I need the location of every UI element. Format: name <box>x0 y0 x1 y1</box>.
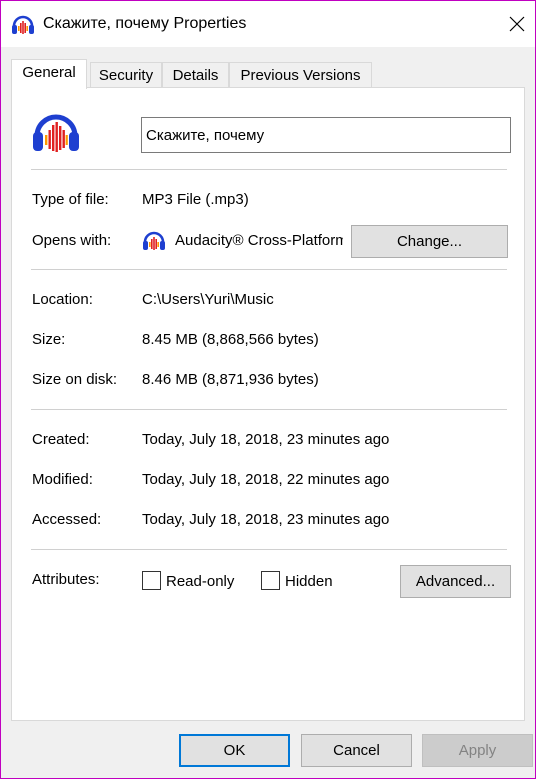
apply-button[interactable]: Apply <box>422 734 533 767</box>
created-value: Today, July 18, 2018, 23 minutes ago <box>142 431 390 448</box>
audacity-headphones-icon <box>12 15 34 34</box>
audacity-app-icon <box>143 231 165 250</box>
created-label: Created: <box>32 431 90 448</box>
type-of-file-label: Type of file: <box>32 191 109 208</box>
separator <box>31 549 507 550</box>
separator <box>31 169 507 170</box>
general-panel <box>11 87 525 721</box>
cancel-button[interactable]: Cancel <box>301 734 412 767</box>
hidden-checkbox[interactable] <box>261 571 280 590</box>
readonly-checkbox[interactable] <box>142 571 161 590</box>
location-value: C:\Users\Yuri\Music <box>142 291 274 308</box>
attributes-label: Attributes: <box>32 571 100 588</box>
modified-label: Modified: <box>32 471 93 488</box>
title-bar[interactable]: Скажите, почему Properties <box>1 1 535 47</box>
readonly-label[interactable]: Read-only <box>166 573 234 590</box>
close-button[interactable] <box>497 1 536 47</box>
hidden-label[interactable]: Hidden <box>285 573 333 590</box>
window-title: Скажите, почему Properties <box>43 15 247 32</box>
separator <box>31 409 507 410</box>
advanced-button[interactable]: Advanced... <box>400 565 511 598</box>
opens-with-label: Opens with: <box>32 232 112 249</box>
tab-details[interactable]: Details <box>162 62 229 89</box>
opens-with-app-name: Audacity® Cross-Platform Sound Editor <box>175 232 343 249</box>
file-name-input[interactable] <box>141 117 511 153</box>
close-icon <box>509 16 525 32</box>
tab-previous-versions[interactable]: Previous Versions <box>229 62 372 89</box>
modified-value: Today, July 18, 2018, 22 minutes ago <box>142 471 390 488</box>
size-label: Size: <box>32 331 66 348</box>
accessed-label: Accessed: <box>32 511 102 528</box>
properties-dialog: Скажите, почему Properties General Secur… <box>0 0 536 779</box>
location-label: Location: <box>32 291 93 308</box>
size-on-disk-label: Size on disk: <box>32 371 118 388</box>
accessed-value: Today, July 18, 2018, 23 minutes ago <box>142 511 390 528</box>
ok-button[interactable]: OK <box>179 734 290 767</box>
type-of-file-value: MP3 File (.mp3) <box>142 191 249 208</box>
tab-general[interactable]: General <box>11 59 87 89</box>
size-value: 8.45 MB (8,868,566 bytes) <box>142 331 319 348</box>
separator <box>31 269 507 270</box>
size-on-disk-value: 8.46 MB (8,871,936 bytes) <box>142 371 319 388</box>
audacity-file-icon <box>33 114 79 152</box>
change-button[interactable]: Change... <box>351 225 508 258</box>
tab-security[interactable]: Security <box>90 62 162 89</box>
